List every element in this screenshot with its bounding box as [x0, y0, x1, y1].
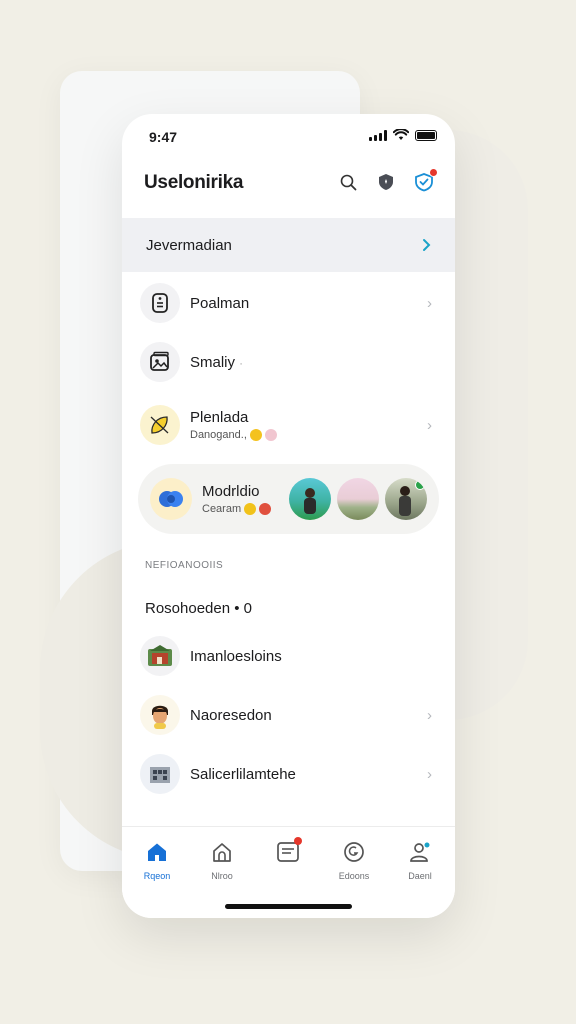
tab-label: Daenl [408, 871, 432, 881]
emoji-yellow-icon [249, 429, 262, 441]
blue-orbs-icon [150, 478, 192, 520]
lemon-icon [140, 405, 180, 445]
list-item-title: Smaliy · [190, 353, 243, 371]
list-item-title: Plenlada [190, 409, 249, 426]
app-header: Uselonirika [122, 166, 455, 216]
search-icon [340, 174, 356, 190]
status-bar: 9:47 [122, 114, 455, 158]
battery-icon [415, 129, 437, 141]
person-dark-thumb[interactable] [385, 478, 427, 520]
tab-edoons[interactable]: Edoons [326, 839, 382, 881]
landscape-thumb[interactable] [337, 478, 379, 520]
home-icon [148, 843, 166, 861]
chevron-right-icon: › [427, 294, 432, 312]
house-thumb [140, 636, 180, 676]
online-indicator [415, 480, 425, 490]
app-title: Uselonirika [144, 172, 244, 193]
chevron-right-icon: › [427, 416, 432, 434]
featured-card[interactable]: Modrldio Cearam [138, 464, 439, 534]
house-outline-icon [213, 843, 231, 862]
chevron-right-icon: › [427, 706, 432, 724]
tab-inbox[interactable] [260, 837, 316, 871]
section-caption: NEFIOANOOIIS [145, 560, 224, 571]
tab-home[interactable]: Rqeon [129, 839, 185, 881]
home-indicator [225, 904, 352, 909]
tab-badge [294, 837, 302, 845]
tab-label: Edoons [338, 871, 370, 881]
list-item-dot: · [239, 357, 243, 370]
phone-screen: 9:47 Uselonirika Jevermadian Poalman › S… [122, 114, 455, 918]
emoji-yellow-icon [244, 503, 257, 515]
shield-icon [379, 174, 393, 190]
list-item-title: Poalman [190, 294, 250, 312]
status-time: 9:47 [149, 129, 178, 145]
section-item-imanloesloins[interactable]: Imanloesloins [140, 634, 437, 678]
featured-title: Modrldio [202, 483, 260, 500]
list-item-smaliy[interactable]: Smaliy · [140, 340, 437, 384]
chevron-right-icon [423, 239, 431, 251]
person-green-thumb[interactable] [289, 478, 331, 520]
tab-nlroo[interactable]: Nlroo [194, 839, 250, 881]
banner-label: Jevermadian [146, 236, 232, 254]
status-icons [369, 129, 437, 141]
chevron-right-icon: › [427, 765, 432, 783]
shield-button[interactable] [375, 171, 397, 193]
banner-row[interactable]: Jevermadian [122, 218, 455, 272]
tab-label: Nlroo [211, 871, 233, 881]
wifi-icon [393, 129, 409, 140]
thumbnail-strip [289, 478, 427, 520]
emoji-red-icon [259, 503, 272, 515]
section-item-title: Naoresedon [190, 706, 272, 724]
building-thumb [140, 754, 180, 794]
section-heading: Rosohoeden • 0 [145, 600, 252, 617]
emoji-pink-icon [264, 429, 277, 441]
signal-icon [369, 129, 387, 141]
tab-profile[interactable]: Daenl [392, 839, 448, 881]
person-icon [410, 842, 430, 862]
tab-bar: Rqeon Nlroo Edoons Daenl [122, 826, 455, 918]
section-item-salicerlilamtehe[interactable]: Salicerlilamtehe › [140, 752, 437, 796]
photo-stack-icon [140, 342, 180, 382]
list-item-poalman[interactable]: Poalman › [140, 281, 437, 325]
search-button[interactable] [337, 171, 359, 193]
featured-subtitle: Cearam [202, 503, 289, 515]
receipt-icon [140, 283, 180, 323]
compass-icon [344, 842, 364, 862]
header-actions [337, 168, 438, 193]
notification-badge [429, 168, 438, 177]
list-item-subtitle: Danogand., [190, 429, 427, 441]
face-thumb [140, 695, 180, 735]
section-item-title: Imanloesloins [190, 647, 282, 665]
section-item-title: Salicerlilamtehe [190, 765, 296, 783]
notifications-button[interactable] [413, 168, 438, 193]
tab-label: Rqeon [143, 871, 171, 881]
section-item-naoresedon[interactable]: Naoresedon › [140, 693, 437, 737]
list-item-plenlada[interactable]: Plenlada Danogand., › [140, 403, 437, 447]
